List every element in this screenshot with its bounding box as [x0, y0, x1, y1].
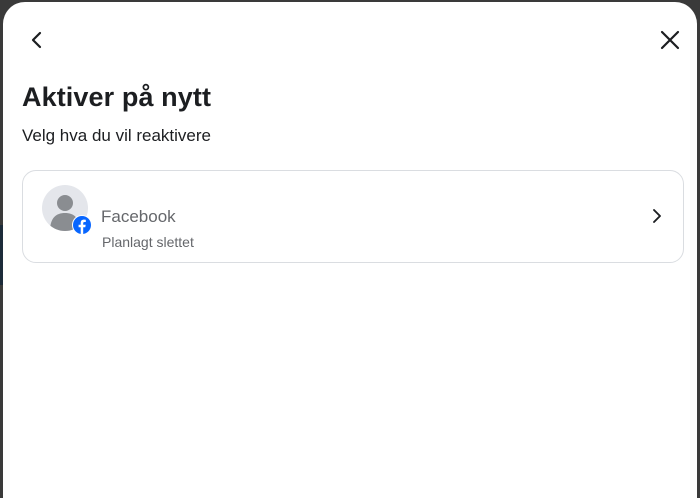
reactivate-dialog: Aktiver på nytt Velg hva du vil reaktive…: [3, 2, 697, 498]
account-name: Facebook: [101, 207, 176, 226]
facebook-icon: [72, 215, 92, 235]
close-button[interactable]: [654, 24, 686, 56]
chevron-left-icon: [31, 31, 42, 49]
account-item-facebook[interactable]: Facebook Planlagt slettet: [22, 170, 684, 263]
dialog-title: Aktiver på nytt: [22, 82, 212, 112]
account-status: Planlagt slettet: [102, 234, 194, 250]
back-button[interactable]: [21, 24, 53, 56]
dialog-subtitle: Velg hva du vil reaktivere: [22, 126, 211, 145]
chevron-right-icon: [653, 209, 661, 223]
close-icon: [660, 30, 680, 50]
